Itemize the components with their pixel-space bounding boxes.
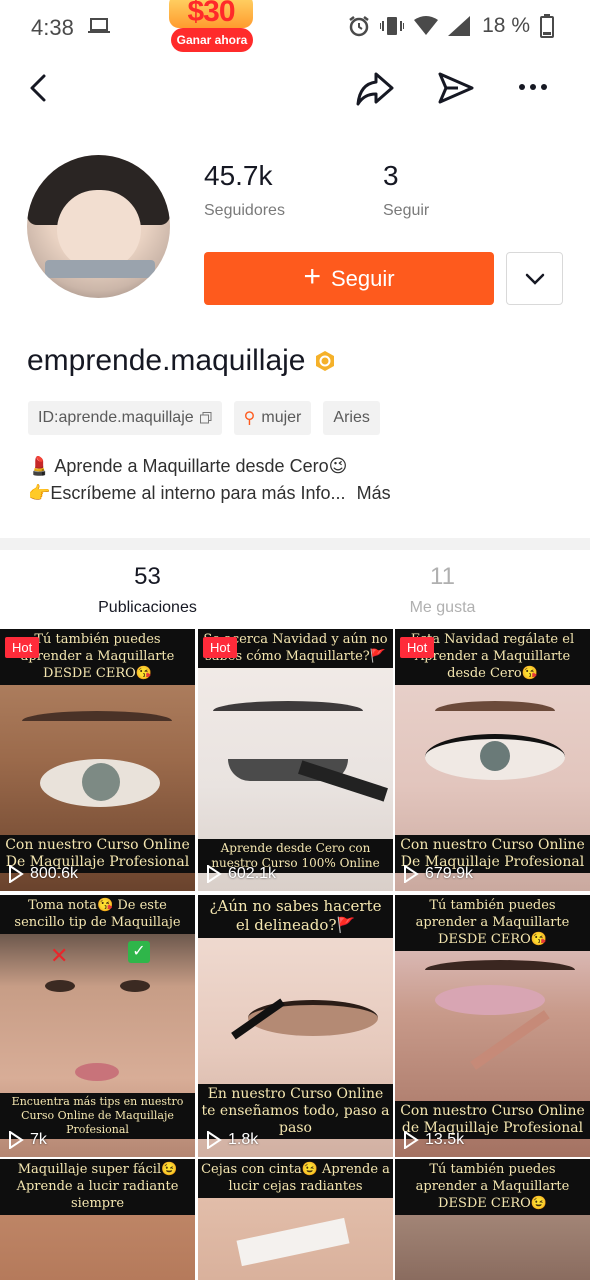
tab-publicaciones-count: 53 [134, 563, 161, 590]
profile-bio: 💄 Aprende a Maquillarte desde Cero😉 👉Esc… [28, 453, 391, 507]
section-divider [0, 538, 590, 550]
play-icon [404, 865, 419, 883]
tab-me-gusta[interactable]: 11 Me gusta [295, 563, 590, 617]
laptop-icon [88, 18, 110, 33]
female-icon: ⚲ [243, 410, 256, 427]
back-icon[interactable] [24, 70, 56, 106]
zodiac-text: Aries [333, 409, 370, 426]
followers-label: Seguidores [204, 202, 285, 219]
post-views-count: 679.9k [425, 865, 474, 882]
vibrate-icon [380, 17, 405, 35]
follow-button-label: Seguir [330, 265, 395, 291]
tab-me-gusta-label: Me gusta [409, 599, 476, 616]
post-top-caption: Cejas con cinta😉 Aprende a lucir cejas r… [198, 1159, 393, 1198]
status-bar: 4:38 $30 Ganar ahora 18 % [0, 0, 590, 56]
avatar[interactable] [27, 155, 170, 298]
more-icon[interactable] [516, 72, 550, 102]
post-views: 7k [8, 1131, 47, 1149]
post-tile-4[interactable]: ✕ ✓ Toma nota😘 De este sencillo tip de M… [0, 895, 195, 1157]
play-icon [404, 1131, 419, 1149]
cross-icon: ✕ [50, 943, 69, 968]
post-top-caption: Toma nota😘 De este sencillo tip de Maqui… [0, 895, 195, 934]
follow-button[interactable]: + Seguir [204, 252, 494, 305]
post-tile-8[interactable]: Cejas con cinta😉 Aprende a lucir cejas r… [198, 1159, 393, 1280]
hot-badge: Hot [203, 637, 238, 658]
post-top-caption: Tú también puedes aprender a Maquillarte… [395, 1159, 590, 1215]
post-top-caption: ¿Aún no sabes hacerte el delineado?🚩 [198, 895, 393, 938]
promo-badge[interactable]: $30 Ganar ahora [165, 0, 257, 52]
tab-publicaciones[interactable]: 53 Publicaciones [0, 563, 295, 617]
post-views-count: 602.1k [228, 865, 277, 882]
copy-icon[interactable] [199, 412, 212, 424]
tab-publicaciones-label: Publicaciones [98, 599, 197, 616]
bio-line-2: 👉Escríbeme al interno para más Info... M… [28, 480, 391, 507]
check-icon: ✓ [128, 941, 150, 963]
post-views-count: 7k [30, 1131, 47, 1148]
profile-username: emprende.maquillaje [27, 344, 336, 378]
username-text: emprende.maquillaje [27, 344, 306, 377]
bio-line-2-text: 👉Escríbeme al interno para más Info... [28, 483, 346, 503]
id-text: ID:aprende.maquillaje [38, 409, 194, 426]
post-tile-2[interactable]: Se acerca Navidad y aún no sabes cómo Ma… [198, 629, 393, 891]
post-top-caption: Maquillaje super fácil😉 Aprende a lucir … [0, 1159, 195, 1215]
gender-text: mujer [261, 409, 302, 426]
suggestions-dropdown-button[interactable] [506, 252, 563, 305]
bio-more-link[interactable]: Más [357, 483, 391, 503]
play-icon [207, 865, 222, 883]
id-tag[interactable]: ID:aprende.maquillaje [28, 401, 222, 435]
top-nav [0, 62, 590, 116]
post-tile-1[interactable]: Tú también puedes aprender a Maquillarte… [0, 629, 195, 891]
tab-me-gusta-count: 11 [430, 563, 455, 590]
signal-icon [448, 16, 471, 36]
post-tile-5[interactable]: ¿Aún no sabes hacerte el delineado?🚩 En … [198, 895, 393, 1157]
play-icon [9, 1131, 24, 1149]
wifi-icon [414, 16, 439, 35]
post-views-count: 1.8k [228, 1131, 259, 1148]
play-icon [207, 1131, 222, 1149]
status-time: 4:38 [31, 15, 74, 40]
hot-badge: Hot [5, 637, 40, 658]
post-views: 800.6k [8, 865, 78, 883]
zodiac-tag: Aries [323, 401, 380, 435]
plus-icon: + [303, 260, 321, 293]
status-icons: 18 % [348, 14, 554, 38]
gender-tag: ⚲ mujer [233, 401, 312, 435]
promo-amount: $30 [169, 0, 253, 28]
post-views: 13.5k [403, 1131, 464, 1149]
chevron-down-icon [525, 273, 545, 285]
following-count: 3 [383, 160, 399, 191]
alarm-icon [349, 16, 369, 37]
battery-icon [540, 14, 554, 38]
followers-count: 45.7k [204, 160, 273, 191]
following-label: Seguir [383, 202, 430, 219]
following-stat[interactable]: 3 Seguir [383, 160, 429, 220]
post-tile-6[interactable]: Tú también puedes aprender a Maquillarte… [395, 895, 590, 1157]
verified-badge-icon [315, 351, 334, 371]
hot-badge: Hot [400, 637, 435, 658]
profile-tags: ID:aprende.maquillaje ⚲ mujer Aries [28, 401, 380, 435]
post-views: 679.9k [403, 865, 473, 883]
share-arrow-icon[interactable] [354, 68, 396, 108]
post-views-count: 800.6k [30, 865, 79, 882]
post-top-caption: Tú también puedes aprender a Maquillarte… [395, 895, 590, 951]
post-tile-9[interactable]: Tú también puedes aprender a Maquillarte… [395, 1159, 590, 1280]
followers-stat[interactable]: 45.7k Seguidores [204, 160, 285, 220]
send-icon[interactable] [436, 68, 476, 108]
post-views: 602.1k [206, 865, 276, 883]
battery-percent: 18 % [482, 14, 530, 37]
post-tile-3[interactable]: Esta Navidad regálate el Aprender a Maqu… [395, 629, 590, 891]
post-views-count: 13.5k [425, 1131, 465, 1148]
promo-button[interactable]: Ganar ahora [171, 28, 253, 52]
play-icon [9, 865, 24, 883]
post-views: 1.8k [206, 1131, 258, 1149]
post-tile-7[interactable]: Maquillaje super fácil😉 Aprende a lucir … [0, 1159, 195, 1280]
bio-line-1: 💄 Aprende a Maquillarte desde Cero😉 [28, 456, 348, 476]
